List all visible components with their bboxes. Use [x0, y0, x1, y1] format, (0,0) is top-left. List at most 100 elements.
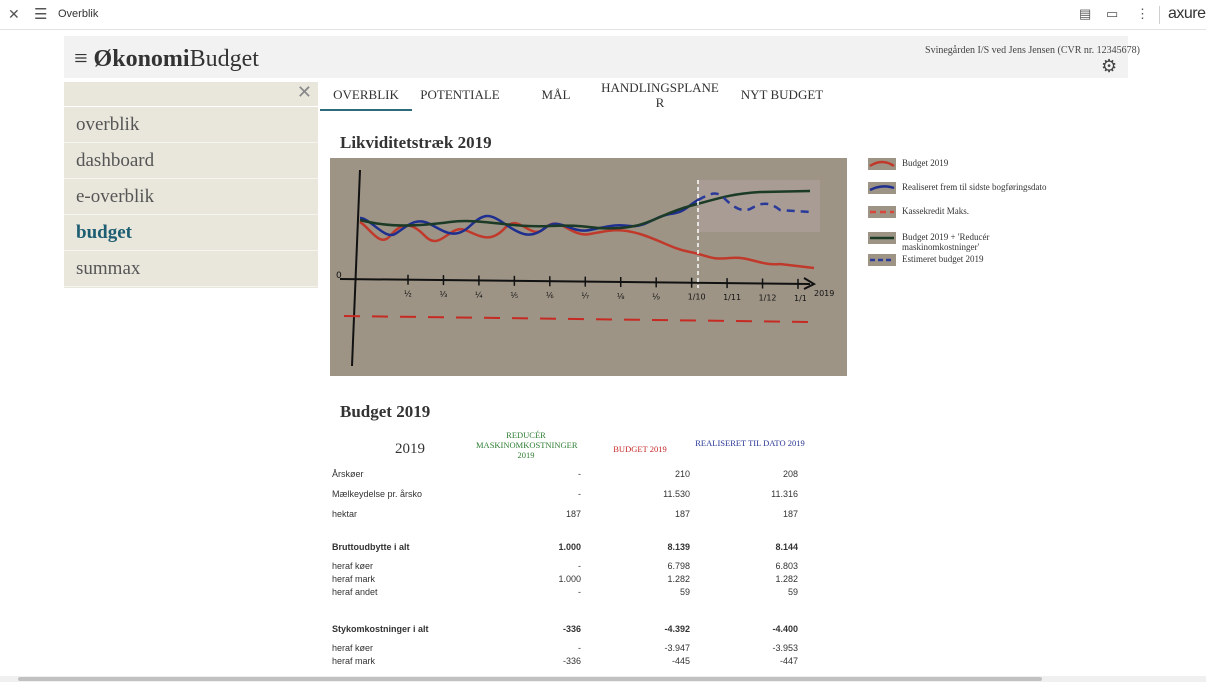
sidebar-item-summax[interactable]: summax [64, 251, 318, 287]
row-label: Mælkeydelse pr. årsko [332, 489, 423, 499]
close-sidebar-icon[interactable]: ✕ [297, 82, 312, 103]
table-row: heraf mark 1.000 1.282 1.282 [332, 574, 802, 588]
x-tick-label: ⅓ [439, 290, 447, 299]
table-row: Årskøer - 210 208 [332, 469, 802, 483]
zero-label: 0 [336, 271, 342, 281]
legend-swatch [868, 254, 896, 266]
company-name: Svinegården I/S ved Jens Jensen (CVR nr.… [925, 45, 1140, 56]
legend-label: Estimeret budget 2019 [902, 254, 984, 264]
estimate-area [698, 180, 820, 232]
sidebar-item-overblik[interactable]: overblik [64, 107, 318, 143]
cell-budget: 210 [674, 469, 690, 479]
x-tick-label: 1/10 [688, 293, 706, 302]
chart-title: Likviditetstræk 2019 [340, 133, 492, 152]
comments-icon[interactable]: ▭ [1106, 6, 1118, 22]
legend-swatch [868, 182, 896, 194]
row-label: Stykomkostninger i alt [332, 624, 429, 634]
gear-icon[interactable]: ⚙ [1101, 56, 1117, 77]
cell-budget: 59 [679, 587, 690, 597]
cell-realiseret: -447 [779, 656, 798, 666]
toolbar-divider [1159, 6, 1160, 24]
row-label: Årskøer [332, 469, 364, 479]
tab-overblik[interactable]: OVERBLIK [320, 87, 412, 111]
row-label: Bruttoudbytte i alt [332, 542, 410, 552]
cell-realiseret: 8.144 [775, 542, 798, 552]
table-row: Mælkeydelse pr. årsko - 11.530 11.316 [332, 489, 802, 503]
legend-label: Realiseret frem til sidste bogføringsdat… [902, 182, 1047, 192]
legend-item: Budget 2019 [868, 158, 1048, 172]
x-tick-label: ½ [404, 290, 412, 299]
cell-realiseret: 208 [782, 469, 798, 479]
x-tick-label: ⅕ [510, 291, 518, 300]
cell-budget: 6.798 [667, 561, 690, 571]
x-tick-label: ¼ [475, 290, 483, 299]
tab-potentiale[interactable]: POTENTIALE [416, 87, 504, 103]
liquidity-chart-svg: 0 ½ ⅓ ¼ ⅕ ⅙ ⅐ ⅛ ⅑ 1/10 1/11 1/12 1/1 2019 [330, 158, 847, 376]
cell-budget: 1.282 [667, 574, 690, 584]
sidebar-top [64, 82, 318, 107]
col-header-budget: BUDGET 2019 [613, 444, 667, 454]
sidebar-item-dashboard[interactable]: dashboard [64, 143, 318, 179]
legend-swatch [868, 158, 896, 170]
cell-realiseret: 11.316 [771, 489, 798, 499]
cell-realiseret: 187 [782, 509, 798, 519]
row-label: heraf køer [332, 643, 374, 653]
row-label: heraf mark [332, 656, 376, 666]
notes-icon[interactable]: ▤ [1079, 6, 1091, 22]
sidebar: ✕ overblik dashboard e-overblik budget s… [64, 82, 318, 288]
x-tick-label: ⅑ [652, 292, 660, 301]
app-logo[interactable]: ≡ ØkonomiBudget [74, 46, 259, 73]
legend-label: Budget 2019 + 'Reducér maskinomkostninge… [902, 232, 990, 252]
close-icon[interactable]: ✕ [8, 6, 20, 23]
legend-item: Realiseret frem til sidste bogføringsdat… [868, 182, 1048, 196]
legend-item: Kassekredit Maks. [868, 206, 1048, 220]
legend-swatch [868, 206, 896, 218]
cell-realiseret: -3.953 [772, 643, 798, 653]
x-tick-label: ⅛ [617, 292, 625, 301]
table-row: heraf køer - 6.798 6.803 [332, 561, 802, 575]
tab-handlingsplaner[interactable]: HANDLINGSPLANE R [598, 80, 722, 110]
scrollbar-thumb[interactable] [18, 677, 1042, 681]
row-label: hektar [332, 509, 358, 519]
hamburger-icon[interactable]: ≡ [74, 46, 88, 72]
col-header-realiseret: REALISERET TIL DATO 2019 [695, 438, 805, 448]
cell-reducer: 187 [565, 509, 581, 519]
sidebar-item-budget[interactable]: budget [64, 215, 318, 251]
table-row: heraf andet - 59 59 [332, 587, 802, 601]
axure-logo: axure [1168, 5, 1206, 22]
x-tick-label: 1/12 [759, 293, 777, 302]
x-tick-label: ⅙ [546, 291, 554, 300]
table-title: Budget 2019 [340, 402, 431, 421]
table-row: Stykomkostninger i alt -336 -4.392 -4.40… [332, 624, 802, 638]
horizontal-scrollbar[interactable] [0, 676, 1206, 682]
tab-nyt-budget[interactable]: NYT BUDGET [736, 87, 828, 103]
legend-item: Estimeret budget 2019 [868, 254, 1048, 268]
x-end-label: 2019 [814, 289, 834, 298]
cell-reducer: - [578, 643, 581, 653]
sidebar-item-e-overblik[interactable]: e-overblik [64, 179, 318, 215]
cell-realiseret: 1.282 [775, 574, 798, 584]
cell-reducer: 1.000 [558, 574, 581, 584]
row-label: heraf mark [332, 574, 376, 584]
logo-regular: Budget [189, 46, 259, 72]
logo-bold: Økonomi [93, 46, 190, 72]
x-tick-label: ⅐ [581, 292, 589, 301]
tab-maal[interactable]: MÅL [534, 87, 578, 103]
legend-label: Budget 2019 [902, 158, 949, 168]
cell-reducer: - [578, 489, 581, 499]
cell-budget: 11.530 [663, 489, 690, 499]
cell-budget: -445 [671, 656, 690, 666]
cell-budget: -4.392 [664, 624, 690, 634]
col-header-reducer: REDUCÉR MASKINOMKOSTNINGER 2019 [476, 430, 578, 460]
cell-budget: 187 [674, 509, 690, 519]
cell-reducer: - [578, 587, 581, 597]
more-options-icon[interactable]: ⋮ [1136, 6, 1149, 22]
cell-realiseret: 59 [787, 587, 798, 597]
cell-budget: 8.139 [667, 542, 690, 552]
cell-reducer: - [578, 561, 581, 571]
menu-icon[interactable]: ☰ [34, 5, 47, 23]
cell-budget: -3.947 [664, 643, 690, 653]
cell-reducer: 1.000 [558, 542, 581, 552]
x-tick-label: 1/11 [723, 293, 741, 302]
cell-reducer: -336 [562, 624, 581, 634]
